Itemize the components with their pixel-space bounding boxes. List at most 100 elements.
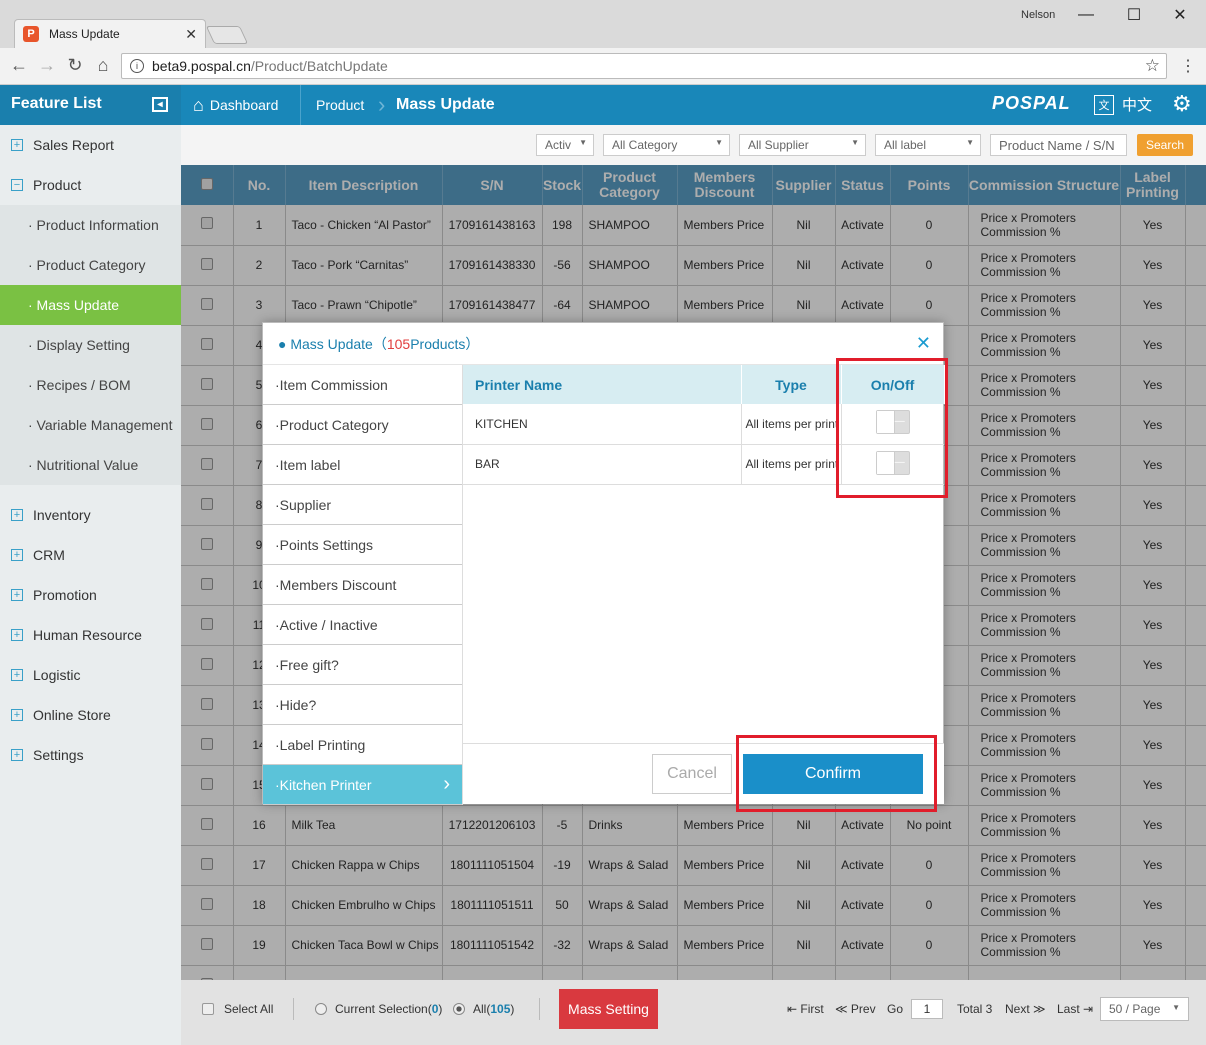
menu-item-points-settings[interactable]: ·Points Settings	[263, 525, 462, 565]
next-label: Next	[1005, 1002, 1030, 1016]
sidebar-sub-nutritional-value[interactable]: · Nutritional Value	[0, 445, 181, 485]
menu-item-label-printing[interactable]: ·Label Printing	[263, 725, 462, 765]
back-icon[interactable]: ←	[8, 55, 30, 76]
expand-plus-icon: +	[11, 509, 23, 521]
sidebar-item-logistic[interactable]: + Logistic	[0, 655, 181, 695]
sidebar-item-label: Sales Report	[33, 137, 114, 153]
category-select[interactable]: All Category ▼	[603, 134, 730, 156]
minimize-icon[interactable]: —	[1066, 4, 1106, 26]
sidebar-sub-product-category[interactable]: · Product Category	[0, 245, 181, 285]
last-page-link[interactable]: Last ⇥	[1057, 1002, 1093, 1016]
last-icon: ⇥	[1083, 1002, 1094, 1016]
expand-plus-icon: +	[11, 589, 23, 601]
menu-item-kitchen-printer[interactable]: ·Kitchen Printer ›	[263, 765, 462, 805]
current-selection-label: Current Selection(	[335, 1002, 432, 1016]
radio-all[interactable]	[453, 1003, 465, 1015]
close-icon[interactable]: ✕	[916, 333, 931, 354]
menu-item-free-gift[interactable]: ·Free gift?	[263, 645, 462, 685]
mass-setting-button[interactable]: Mass Setting	[559, 989, 658, 1029]
current-selection-paren: )	[438, 1002, 443, 1016]
sidebar-item-promotion[interactable]: + Promotion	[0, 575, 181, 615]
all-radio[interactable]: All(105)	[453, 1002, 514, 1016]
settings-gear-icon[interactable]: ⚙	[1172, 91, 1192, 117]
select-all-toggle[interactable]: Select All	[202, 1002, 273, 1016]
app-header: Feature List ◂ ⌂ Dashboard Product › Mass…	[0, 85, 1206, 125]
browser-menu-icon[interactable]: ⋮	[1180, 56, 1196, 76]
menu-item-item-label[interactable]: ·Item label	[263, 445, 462, 485]
forward-icon[interactable]: →	[36, 55, 58, 76]
sidebar: + Sales Report − Product · Product Informa…	[0, 125, 181, 1045]
modal-title-prefix: ● Mass Update（	[278, 335, 387, 352]
last-label: Last	[1057, 1002, 1080, 1016]
status-select[interactable]: Activ ▼	[536, 134, 594, 156]
go-label: Go	[887, 1002, 904, 1016]
search-button[interactable]: Search	[1137, 134, 1193, 156]
collapse-minus-icon: −	[11, 179, 23, 191]
breadcrumb-dashboard[interactable]: ⌂ Dashboard	[193, 85, 278, 125]
sidebar-sub-display-setting[interactable]: · Display Setting	[0, 325, 181, 365]
breadcrumb-product[interactable]: Product	[316, 85, 364, 125]
breadcrumb-current: Mass Update	[396, 96, 495, 113]
sidebar-item-online-store[interactable]: + Online Store	[0, 695, 181, 735]
table-footer: Select All Current Selection(0) All(105)…	[181, 980, 1206, 1045]
all-label: All(	[473, 1002, 491, 1016]
search-input[interactable]: Product Name / S/N	[990, 134, 1127, 156]
sidebar-item-inventory[interactable]: + Inventory	[0, 495, 181, 535]
radio-current[interactable]	[315, 1003, 327, 1015]
label-select[interactable]: All label ▼	[875, 134, 981, 156]
expand-plus-icon: +	[11, 709, 23, 721]
browser-tab[interactable]: P Mass Update ✕	[14, 19, 206, 48]
window-close-icon[interactable]: ✕	[1160, 4, 1200, 26]
first-icon: ⇤	[787, 1002, 798, 1016]
cancel-button[interactable]: Cancel	[652, 754, 732, 794]
modal-title-suffix: Products）	[410, 335, 480, 352]
sidebar-item-human-resource[interactable]: + Human Resource	[0, 615, 181, 655]
filter-bar: Activ ▼ All Category ▼ All Supplier ▼ All l…	[181, 125, 1206, 165]
expand-plus-icon: +	[11, 629, 23, 641]
sidebar-item-product[interactable]: − Product	[0, 165, 181, 205]
menu-item-supplier[interactable]: ·Supplier	[263, 485, 462, 525]
home-icon[interactable]: ⌂	[92, 55, 114, 76]
sidebar-item-sales-report[interactable]: + Sales Report	[0, 125, 181, 165]
sidebar-sub-variable-management[interactable]: · Variable Management	[0, 405, 181, 445]
col-type: Type	[741, 365, 842, 404]
page-input[interactable]: 1	[911, 999, 944, 1019]
url-input[interactable]: i beta9.pospal.cn/Product/BatchUpdate ☆	[121, 53, 1167, 79]
chevron-right-icon: ›	[443, 773, 450, 795]
select-all-checkbox[interactable]	[202, 1003, 214, 1015]
menu-item-product-category[interactable]: ·Product Category	[263, 405, 462, 445]
feature-list-title: Feature List ◂	[0, 85, 181, 125]
expand-plus-icon: +	[11, 139, 23, 151]
sidebar-item-label: Logistic	[33, 667, 81, 683]
sidebar-sub-product-information[interactable]: · Product Information	[0, 205, 181, 245]
new-tab-button[interactable]	[205, 26, 249, 44]
reload-icon[interactable]: ↻	[64, 55, 86, 76]
menu-item-commission[interactable]: ·Item Commission	[263, 365, 462, 405]
sidebar-sub-recipes-bom[interactable]: · Recipes / BOM	[0, 365, 181, 405]
label-select-value: All label	[884, 138, 927, 152]
site-info-icon[interactable]: i	[130, 59, 144, 73]
first-page-link[interactable]: ⇤ First	[787, 1002, 824, 1016]
menu-item-hide[interactable]: ·Hide?	[263, 685, 462, 725]
current-selection-radio[interactable]: Current Selection(0)	[315, 1002, 442, 1016]
sidebar-sub-mass-update[interactable]: · Mass Update	[0, 285, 181, 325]
printer-type: All items per print	[741, 444, 842, 485]
current-selection-count: 0	[431, 1002, 439, 1016]
next-page-link[interactable]: Next ≫	[1005, 1002, 1046, 1016]
menu-item-active-inactive[interactable]: ·Active / Inactive	[263, 605, 462, 645]
menu-item-members-discount[interactable]: ·Members Discount	[263, 565, 462, 605]
maximize-icon[interactable]: ☐	[1114, 4, 1154, 26]
collapse-sidebar-icon[interactable]: ◂	[152, 97, 168, 112]
sidebar-item-crm[interactable]: + CRM	[0, 535, 181, 575]
breadcrumb-dashboard-label: Dashboard	[209, 97, 279, 113]
supplier-select[interactable]: All Supplier ▼	[739, 134, 866, 156]
language-switch[interactable]: 文中文	[1094, 94, 1152, 115]
bookmark-star-icon[interactable]: ☆	[1145, 56, 1160, 76]
prev-page-link[interactable]: ≪ Prev	[835, 1002, 876, 1016]
printer-name: BAR	[463, 444, 742, 485]
sidebar-item-settings[interactable]: + Settings	[0, 735, 181, 775]
sidebar-item-label: Settings	[33, 747, 84, 763]
tab-close-icon[interactable]: ✕	[185, 26, 197, 43]
per-page-select[interactable]: 50 / Page ▼	[1100, 997, 1189, 1021]
first-label: First	[800, 1002, 824, 1016]
